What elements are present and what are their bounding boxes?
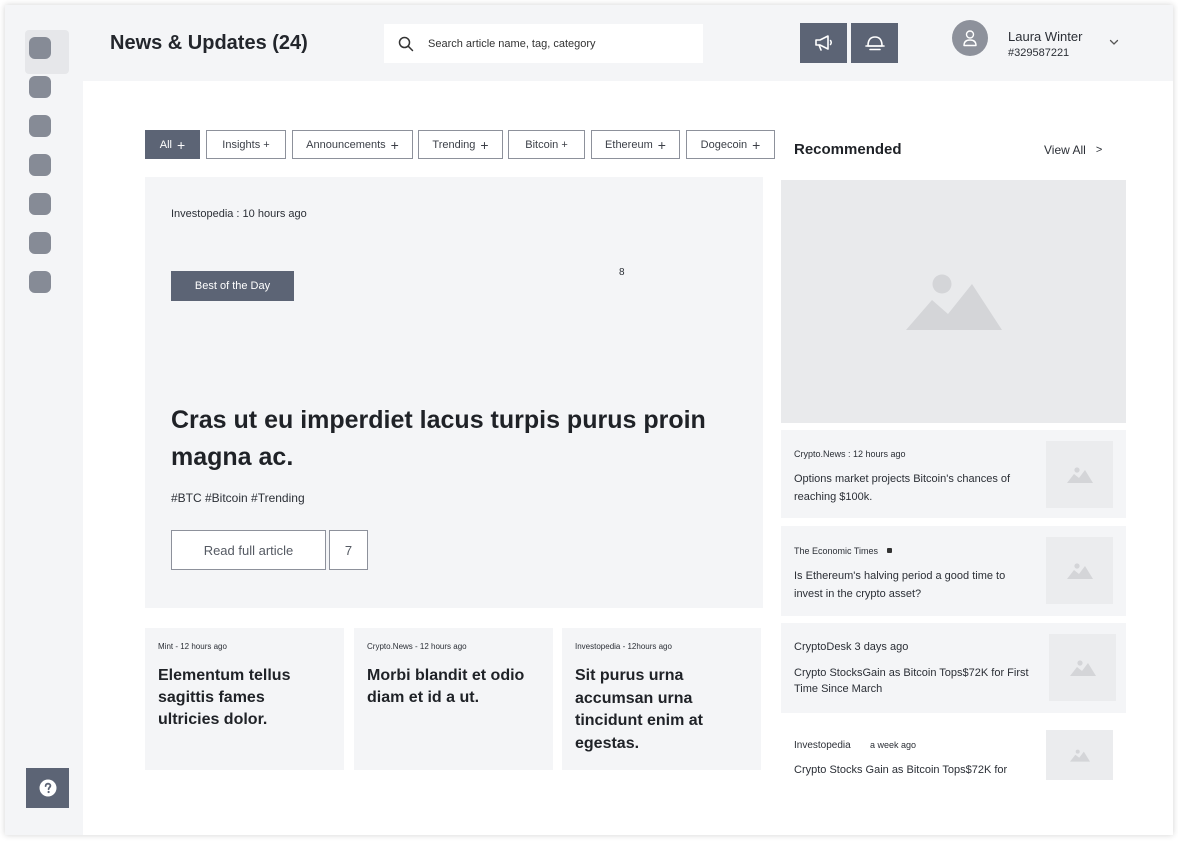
plus-icon: +: [752, 136, 761, 153]
article-source: Mint - 12 hours ago: [158, 642, 227, 651]
view-all-link[interactable]: View All >: [1044, 143, 1102, 157]
featured-count: 8: [619, 267, 625, 278]
filter-chip-ethereum[interactable]: Ethereum +: [591, 130, 680, 159]
notifications-button[interactable]: [851, 23, 898, 63]
filter-chip-label: Ethereum: [605, 138, 653, 151]
recommended-thumbnail: [1049, 634, 1116, 701]
sidebar-item-5-icon[interactable]: [29, 193, 51, 215]
recommended-thumbnail: [1046, 441, 1113, 508]
plus-icon: +: [657, 136, 666, 153]
plus-icon: +: [480, 136, 489, 153]
recommended-source: Crypto.News : 12 hours ago: [794, 449, 906, 459]
article-source: Crypto.News - 12 hours ago: [367, 642, 467, 651]
image-placeholder-icon: [1066, 466, 1093, 483]
filter-chip-insights[interactable]: Insights +: [206, 130, 286, 159]
chevron-down-icon[interactable]: [1109, 38, 1119, 46]
article-card[interactable]: Investopedia - 12hours ago Sit purus urn…: [562, 628, 761, 770]
search-icon: [398, 36, 414, 52]
article-title: Morbi blandit et odio diam et id a ut.: [367, 667, 525, 706]
recommended-source-label: The Economic Times: [794, 546, 879, 556]
filter-chip-label: Dogecoin: [700, 138, 748, 151]
recommended-title: Crypto Stocks Gain as Bitcoin Tops$72K f…: [794, 764, 1008, 776]
view-all-label: View All: [1044, 143, 1086, 157]
user-name: Laura Winter: [1008, 29, 1083, 44]
filter-chip-label: Announcements: [306, 138, 386, 151]
lock-icon: [886, 548, 892, 553]
filter-chip-announcements[interactable]: Announcements +: [292, 130, 413, 159]
megaphone-icon: [814, 35, 832, 51]
filter-chip-all[interactable]: All +: [145, 130, 200, 159]
sidebar-item-3-icon[interactable]: [29, 115, 51, 137]
article-title: Sit purus urna accumsan urna tincidunt e…: [575, 667, 703, 752]
article-title: Elementum tellus sagittis fames ultricie…: [158, 667, 291, 728]
best-of-day-badge: Best of the Day: [171, 271, 294, 301]
user-id: #329587221: [1008, 47, 1070, 59]
search-input[interactable]: [428, 37, 688, 50]
recommended-item[interactable]: The Economic Times Is Ethereum's halving…: [781, 526, 1126, 616]
recommended-heading: Recommended: [794, 141, 902, 158]
sidebar-item-6-icon[interactable]: [29, 232, 51, 254]
recommended-source: CryptoDesk 3 days ago: [794, 641, 909, 653]
featured-title[interactable]: Cras ut eu imperdiet lacus turpis purus …: [171, 402, 731, 476]
plus-icon: +: [177, 136, 186, 153]
sidebar-item-dashboard-icon[interactable]: [29, 37, 51, 59]
recommended-time: a week ago: [870, 740, 917, 750]
filter-chip-label: Bitcoin +: [525, 138, 568, 151]
featured-tags: #BTC #Bitcoin #Trending: [171, 491, 305, 505]
user-icon: [963, 30, 977, 47]
featured-source: Investopedia : 10 hours ago: [171, 208, 307, 220]
recommended-title: Crypto StocksGain as Bitcoin Tops$72K fo…: [794, 667, 1029, 695]
recommended-item[interactable]: Investopedia a week ago Crypto Stocks Ga…: [781, 720, 1126, 788]
filter-chip-label: Insights +: [222, 138, 270, 151]
image-placeholder-icon: [1066, 562, 1093, 579]
recommended-title: Options market projects Bitcoin's chance…: [794, 473, 1011, 503]
image-placeholder-icon: [1069, 749, 1090, 762]
recommended-title: Is Ethereum's halving period a good time…: [794, 570, 1006, 600]
sidebar-item-4-icon[interactable]: [29, 154, 51, 176]
filter-chip-label: All: [159, 138, 173, 151]
filter-chip-dogecoin[interactable]: Dogecoin +: [686, 130, 775, 159]
article-card[interactable]: Crypto.News - 12 hours ago Morbi blandit…: [354, 628, 553, 770]
filter-chip-label: Trending: [432, 138, 476, 151]
bell-icon: [864, 36, 885, 51]
image-placeholder-icon: [1069, 659, 1096, 676]
page-title: News & Updates (24): [110, 32, 308, 54]
recommended-source: Investopedia: [794, 740, 851, 751]
article-card[interactable]: Mint - 12 hours ago Elementum tellus sag…: [145, 628, 344, 770]
recommended-item[interactable]: CryptoDesk 3 days ago Crypto StocksGain …: [781, 623, 1126, 713]
chevron-right-icon: >: [1095, 144, 1103, 156]
read-full-article-button[interactable]: Read full article: [171, 530, 326, 570]
recommended-thumbnail: [1046, 537, 1113, 604]
avatar[interactable]: [952, 20, 988, 56]
announcements-button[interactable]: [800, 23, 847, 63]
filter-chip-bitcoin[interactable]: Bitcoin +: [508, 130, 585, 159]
article-source: Investopedia - 12hours ago: [575, 642, 672, 651]
search-box[interactable]: [384, 24, 703, 63]
comments-count-button[interactable]: 7: [329, 530, 368, 570]
recommended-source: The Economic Times: [794, 546, 892, 556]
sidebar-item-7-icon[interactable]: [29, 271, 51, 293]
help-icon: [39, 779, 56, 797]
recommended-item[interactable]: Crypto.News : 12 hours ago Options marke…: [781, 430, 1126, 518]
recommended-thumbnail: [1046, 730, 1113, 780]
image-placeholder-icon: [905, 274, 1002, 330]
sidebar-item-2-icon[interactable]: [29, 76, 51, 98]
filter-chip-trending[interactable]: Trending +: [418, 130, 503, 159]
recommended-hero-image[interactable]: [781, 180, 1126, 423]
plus-icon: +: [390, 136, 399, 153]
help-button[interactable]: [26, 768, 69, 808]
